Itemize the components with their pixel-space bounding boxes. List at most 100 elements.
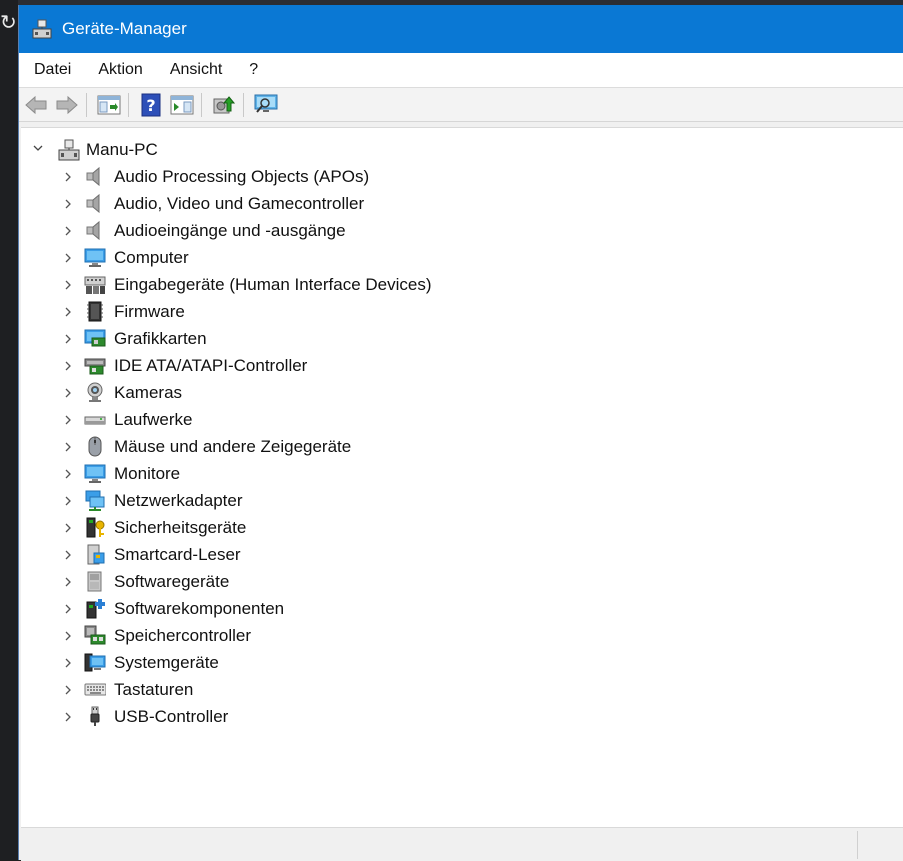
- chevron-right-icon[interactable]: [61, 332, 75, 346]
- chevron-right-icon[interactable]: [61, 575, 75, 589]
- tree-item[interactable]: Kameras: [21, 379, 903, 406]
- help-icon: ?: [141, 93, 161, 116]
- tree-item-label: Netzwerkadapter: [114, 491, 243, 510]
- network-adapter-icon: [85, 490, 105, 511]
- chevron-right-icon[interactable]: [61, 413, 75, 427]
- background-app-icon: ↻: [0, 12, 17, 34]
- chevron-right-icon[interactable]: [61, 305, 75, 319]
- toolbar-separator: [243, 92, 244, 117]
- device-tree-pane[interactable]: Manu-PC Audio Processing Objects (APOs) A…: [21, 127, 903, 828]
- chevron-right-icon[interactable]: [61, 386, 75, 400]
- toolbar-separator: [86, 92, 87, 117]
- chevron-right-icon[interactable]: [61, 251, 75, 265]
- tree-item[interactable]: Monitore: [21, 460, 903, 487]
- chevron-right-icon[interactable]: [61, 521, 75, 535]
- tree-item-label: Kameras: [114, 383, 183, 402]
- tree-item-label: Computer: [114, 248, 189, 267]
- tree-item-label: Firmware: [114, 302, 185, 321]
- window-title: Geräte-Manager: [62, 19, 187, 38]
- tree-item[interactable]: Computer: [21, 244, 903, 271]
- tree-item-label: USB-Controller: [114, 707, 229, 726]
- tree-item-label: Eingabegeräte (Human Interface Devices): [114, 275, 432, 294]
- show-hide-console-tree-button[interactable]: [95, 92, 123, 118]
- tree-item[interactable]: Audioeingänge und -ausgänge: [21, 217, 903, 244]
- menu-ansicht[interactable]: Ansicht: [158, 61, 234, 79]
- title-bar[interactable]: Geräte-Manager: [19, 5, 903, 53]
- security-key-icon: [86, 517, 105, 538]
- update-driver-button[interactable]: [210, 92, 238, 118]
- back-button[interactable]: [22, 92, 50, 118]
- chevron-right-icon[interactable]: [61, 656, 75, 670]
- scan-hardware-changes-icon: [254, 94, 278, 113]
- scan-hardware-changes-button[interactable]: [252, 92, 280, 118]
- tree-item[interactable]: Laufwerke: [21, 406, 903, 433]
- storage-controller-icon: [84, 625, 106, 645]
- tree-item-label: Monitore: [114, 464, 181, 483]
- tree-item-label: Audioeingänge und -ausgänge: [114, 221, 346, 240]
- tree-item[interactable]: Tastaturen: [21, 676, 903, 703]
- tree-item[interactable]: Audio, Video und Gamecontroller: [21, 190, 903, 217]
- tree-item[interactable]: Smartcard-Leser: [21, 541, 903, 568]
- chevron-right-icon[interactable]: [61, 602, 75, 616]
- chevron-right-icon[interactable]: [61, 278, 75, 292]
- action-pane-button[interactable]: [168, 92, 196, 118]
- chevron-right-icon[interactable]: [61, 710, 75, 724]
- mouse-icon: [88, 436, 102, 457]
- software-component-icon: [86, 599, 105, 619]
- system-device-icon: [84, 653, 106, 672]
- tree-item[interactable]: Firmware: [21, 298, 903, 325]
- monitor-icon: [84, 464, 106, 483]
- tree-item[interactable]: Sicherheitsgeräte: [21, 514, 903, 541]
- help-button[interactable]: ?: [137, 92, 165, 118]
- chevron-right-icon[interactable]: [61, 440, 75, 454]
- action-pane-icon: [170, 95, 194, 114]
- tree-item[interactable]: Mäuse und andere Zeigegeräte: [21, 433, 903, 460]
- chevron-right-icon[interactable]: [61, 197, 75, 211]
- forward-button[interactable]: [53, 92, 81, 118]
- speaker-icon: [86, 220, 100, 241]
- chevron-down-icon[interactable]: [31, 141, 45, 155]
- tree-root-label: Manu-PC: [86, 140, 158, 159]
- toolbar-separator: [201, 92, 202, 117]
- hid-icon: [84, 276, 106, 294]
- tree-item-label: Softwarekomponenten: [114, 599, 285, 618]
- smartcard-reader-icon: [87, 544, 105, 565]
- tree-item-label: IDE ATA/ATAPI-Controller: [114, 356, 308, 375]
- display-adapter-icon: [84, 329, 106, 347]
- tree-item[interactable]: Grafikkarten: [21, 325, 903, 352]
- speaker-icon: [86, 166, 100, 187]
- speaker-icon: [86, 193, 100, 214]
- menu-aktion[interactable]: Aktion: [86, 61, 154, 79]
- tree-item[interactable]: IDE ATA/ATAPI-Controller: [21, 352, 903, 379]
- usb-plug-icon: [90, 706, 100, 726]
- chevron-right-icon[interactable]: [61, 629, 75, 643]
- tree-item[interactable]: Softwarekomponenten: [21, 595, 903, 622]
- chevron-right-icon[interactable]: [61, 683, 75, 697]
- device-manager-icon: [32, 19, 52, 39]
- tree-item[interactable]: Audio Processing Objects (APOs): [21, 163, 903, 190]
- status-bar: [21, 827, 903, 861]
- tree-item[interactable]: Systemgeräte: [21, 649, 903, 676]
- tree-item[interactable]: Eingabegeräte (Human Interface Devices): [21, 271, 903, 298]
- chevron-right-icon[interactable]: [61, 494, 75, 508]
- back-arrow-icon: [25, 95, 47, 114]
- ide-controller-icon: [84, 358, 106, 375]
- tree-item-label: Audio Processing Objects (APOs): [114, 167, 370, 186]
- tree-item-label: Softwaregeräte: [114, 572, 230, 591]
- chevron-right-icon[interactable]: [61, 224, 75, 238]
- software-device-icon: [87, 571, 102, 592]
- tree-item[interactable]: Speichercontroller: [21, 622, 903, 649]
- chevron-right-icon[interactable]: [61, 170, 75, 184]
- chevron-right-icon[interactable]: [61, 548, 75, 562]
- tree-item[interactable]: USB-Controller: [21, 703, 903, 730]
- menu-datei[interactable]: Datei: [22, 61, 83, 79]
- tree-item[interactable]: Netzwerkadapter: [21, 487, 903, 514]
- show-hide-console-tree-icon: [97, 95, 121, 114]
- chevron-right-icon[interactable]: [61, 467, 75, 481]
- toolbar: ?: [19, 88, 903, 122]
- menu-help[interactable]: ?: [237, 61, 270, 79]
- chevron-right-icon[interactable]: [61, 359, 75, 373]
- disk-drive-icon: [84, 416, 106, 425]
- device-manager-window: Geräte-Manager Datei Aktion Ansicht ? ? …: [18, 5, 903, 861]
- tree-item[interactable]: Softwaregeräte: [21, 568, 903, 595]
